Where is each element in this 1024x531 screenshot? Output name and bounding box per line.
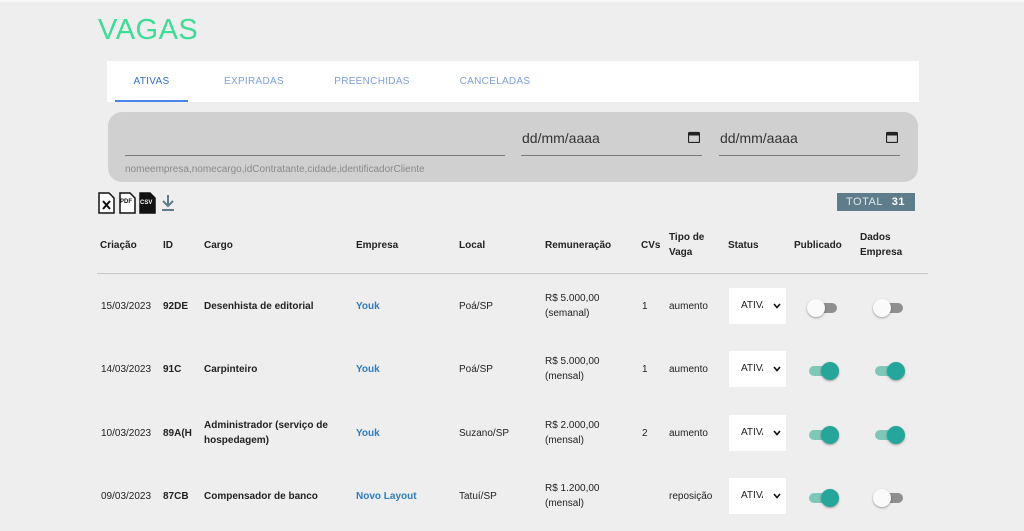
download-icon[interactable] [160,194,176,212]
top-border [0,0,1024,2]
header-divider [97,273,928,274]
cell-remuneracao: R$ 1.200,00 (mensal) [545,483,600,509]
csv-file-icon[interactable]: CSV [139,192,156,214]
pdf-file-icon[interactable]: PDF [119,192,136,214]
header-local[interactable]: Local [459,238,485,253]
cell-cargo: Desenhista de editorial [204,301,314,312]
status-select[interactable]: ATIVA [729,415,786,451]
date-to-field[interactable]: dd/mm/aaaa [719,127,900,156]
cell-tipo: aumento [669,364,708,375]
header-status[interactable]: Status [728,238,759,253]
cell-tipo: aumento [669,301,708,312]
date-to-value: dd/mm/aaaa [720,130,798,146]
header-remuneracao[interactable]: Remuneração [545,238,611,253]
cell-criacao: 10/03/2023 [101,428,152,439]
cell-id: 89A(H [163,428,192,439]
cell-id: 92DE [163,301,189,312]
cell-empresa-link[interactable]: Youk [356,426,380,441]
publicado-toggle[interactable] [807,361,839,381]
header-cvs[interactable]: CVs [641,238,660,253]
cell-tipo: aumento [669,428,708,439]
chevron-down-icon [773,366,781,372]
header-empresa[interactable]: Empresa [356,238,398,253]
header-tipo-vaga[interactable]: Tipo de Vaga [669,230,711,260]
cell-remuneracao: R$ 5.000,00 (mensal) [545,356,600,382]
cell-local: Suzano/SP [459,428,510,439]
status-value: ATIVA [741,300,763,311]
header-cargo[interactable]: Cargo [204,238,233,253]
cell-id: 87CB [163,491,189,502]
status-value: ATIVA [741,363,763,374]
publicado-toggle[interactable] [807,425,839,445]
cell-remuneracao: R$ 5.000,00 (semanal) [545,293,600,319]
search-input[interactable] [125,130,505,155]
dados-empresa-toggle[interactable] [873,298,905,318]
cell-criacao: 14/03/2023 [101,364,152,375]
cell-empresa-link[interactable]: Youk [356,299,380,314]
cell-cvs: 2 [642,428,648,439]
status-select[interactable]: ATIVA [729,478,786,514]
date-from-value: dd/mm/aaaa [522,130,600,146]
publicado-toggle[interactable] [807,488,839,508]
calendar-icon[interactable] [688,131,700,143]
search-hint: nomeempresa,nomecargo,idContratante,cida… [125,164,425,175]
status-select[interactable]: ATIVA [729,351,786,387]
cell-tipo: reposição [669,491,713,502]
filter-panel: nomeempresa,nomecargo,idContratante,cida… [108,112,918,182]
csv-label: CSV [140,200,153,206]
status-value: ATIVA [741,427,763,438]
header-criacao[interactable]: Criação [100,238,137,253]
total-value: 31 [891,196,905,208]
cell-cvs: 1 [642,364,648,375]
chevron-down-icon [773,430,781,436]
calendar-icon[interactable] [886,131,898,143]
cell-empresa-link[interactable]: Novo Layout [356,489,417,504]
cell-local: Poá/SP [459,301,493,312]
publicado-toggle[interactable] [807,298,839,318]
status-select[interactable]: ATIVA [729,288,786,324]
page-title: VAGAS [98,14,199,46]
total-label: TOTAL [846,196,883,208]
cell-empresa-link[interactable]: Youk [356,362,380,377]
dados-empresa-toggle[interactable] [873,361,905,381]
cell-cargo: Carpinteiro [204,364,258,375]
header-dados-empresa[interactable]: Dados Empresa [860,230,906,260]
tab-canceladas[interactable]: CANCELADAS [450,61,540,102]
chevron-down-icon [773,303,781,309]
tab-preenchidas[interactable]: PREENCHIDAS [325,61,419,102]
status-tabs: ATIVAS EXPIRADAS PREENCHIDAS CANCELADAS [107,61,919,102]
header-publicado[interactable]: Publicado [794,238,842,253]
tab-expiradas[interactable]: EXPIRADAS [209,61,299,102]
cell-remuneracao: R$ 2.000,00 (mensal) [545,420,600,446]
dados-empresa-toggle[interactable] [873,425,905,445]
cell-cvs: 1 [642,301,648,312]
excel-file-icon[interactable] [98,192,115,214]
pdf-label: PDF [120,199,132,205]
date-from-field[interactable]: dd/mm/aaaa [521,127,702,156]
tab-ativas[interactable]: ATIVAS [115,61,188,102]
cell-id: 91C [163,364,182,375]
cell-cargo: Administrador (serviço de hospedagem) [204,420,328,446]
chevron-down-icon [773,493,781,499]
header-id[interactable]: ID [163,238,173,253]
cell-criacao: 09/03/2023 [101,491,152,502]
cell-local: Poá/SP [459,364,493,375]
total-badge: TOTAL 31 [837,193,915,211]
cell-criacao: 15/03/2023 [101,301,152,312]
dados-empresa-toggle[interactable] [873,488,905,508]
search-underline [125,155,505,156]
status-value: ATIVA [741,490,763,501]
cell-cargo: Compensador de banco [204,491,318,502]
cell-local: Tatuí/SP [459,491,497,502]
